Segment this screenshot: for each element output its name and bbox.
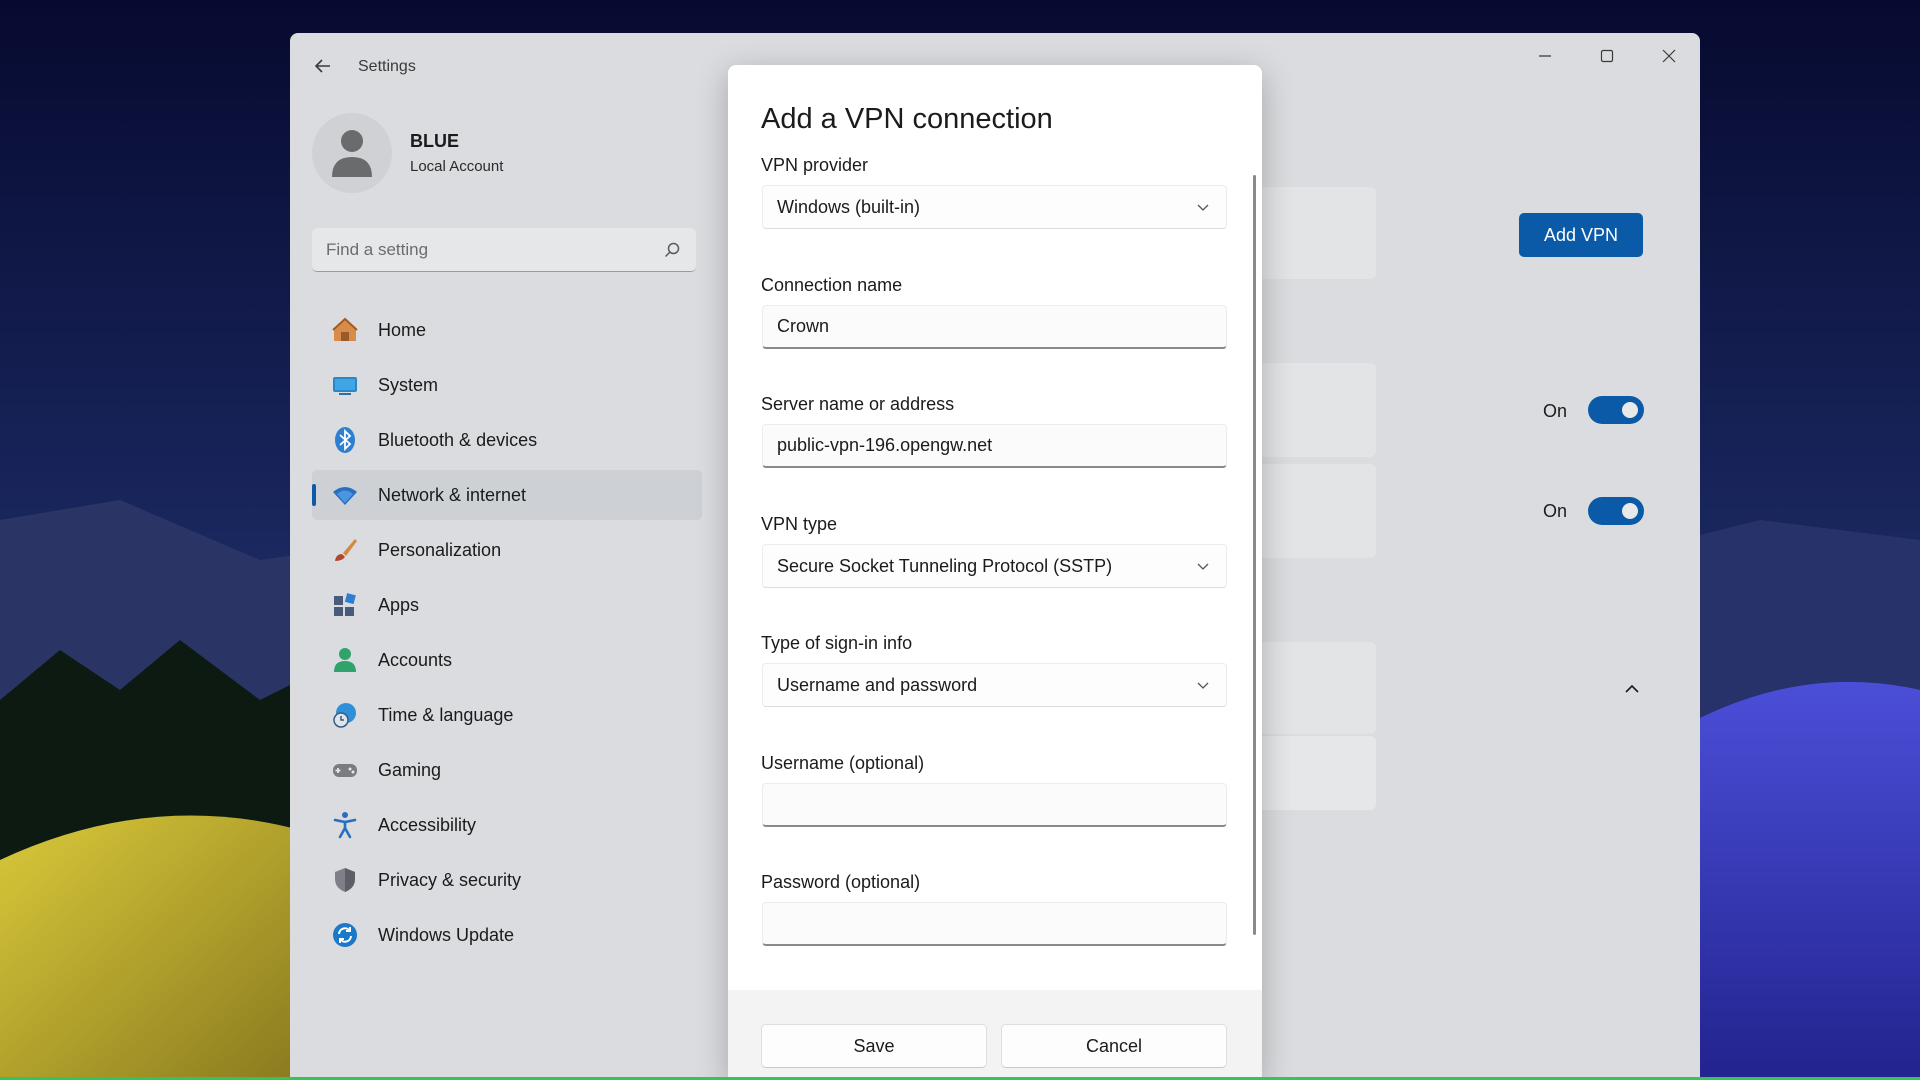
sidebar-item-label: System xyxy=(378,374,439,395)
back-button[interactable] xyxy=(308,51,338,81)
sidebar-item-label: Home xyxy=(378,319,427,340)
sidebar-item-label: Privacy & security xyxy=(378,869,522,890)
toggle-1-label: On xyxy=(1543,401,1568,421)
sidebar-item-home[interactable]: Home xyxy=(312,305,702,355)
sidebar-item-apps[interactable]: Apps xyxy=(312,580,702,630)
minimize-button[interactable] xyxy=(1514,33,1576,79)
sidebar-item-label: Network & internet xyxy=(378,484,527,505)
add-vpn-dialog: Add a VPN connection VPN provider Window… xyxy=(728,65,1262,1080)
sidebar-item-system[interactable]: System xyxy=(312,360,702,410)
sidebar-item-accessibility[interactable]: Accessibility xyxy=(312,800,702,850)
dialog-title: Add a VPN connection xyxy=(761,103,1053,135)
save-button[interactable]: Save xyxy=(761,1024,987,1068)
sidebar-item-time-language[interactable]: Time & language xyxy=(312,690,702,740)
search-icon[interactable] xyxy=(662,240,682,260)
signin-type-value: Username and password xyxy=(777,674,978,695)
search-input[interactable]: Find a setting xyxy=(312,228,696,272)
sidebar-item-windows-update[interactable]: Windows Update xyxy=(312,910,702,960)
accessibility-icon xyxy=(330,810,360,840)
dialog-scrollbar[interactable] xyxy=(1253,175,1256,935)
brush-icon xyxy=(330,535,360,565)
vpn-provider-label: VPN provider xyxy=(761,155,869,175)
sidebar-item-label: Bluetooth & devices xyxy=(378,429,538,450)
profile-account-type: Local Account xyxy=(410,158,504,175)
vpn-provider-value: Windows (built-in) xyxy=(777,196,921,217)
update-icon xyxy=(330,920,360,950)
shield-icon xyxy=(330,865,360,895)
maximize-icon xyxy=(1600,49,1614,63)
search-placeholder: Find a setting xyxy=(326,239,429,259)
signin-type-select[interactable]: Username and password xyxy=(762,663,1227,707)
gamepad-icon xyxy=(330,755,360,785)
chevron-down-icon xyxy=(1194,198,1212,216)
user-profile[interactable]: BLUE Local Account xyxy=(312,113,503,193)
connection-name-input[interactable]: Crown xyxy=(762,305,1227,349)
sidebar-item-label: Time & language xyxy=(378,704,514,725)
person-avatar-icon xyxy=(332,130,372,177)
connection-name-value: Crown xyxy=(777,316,830,336)
sidebar-nav: Home System Bluetooth & devices Network … xyxy=(312,305,702,965)
vpn-type-select[interactable]: Secure Socket Tunneling Protocol (SSTP) xyxy=(762,544,1227,588)
username-input[interactable] xyxy=(762,783,1227,827)
password-input[interactable] xyxy=(762,902,1227,946)
arrow-left-icon xyxy=(314,59,330,73)
app-title: Settings xyxy=(358,58,416,75)
sidebar-item-label: Personalization xyxy=(378,539,502,560)
home-icon xyxy=(330,315,360,345)
connection-name-label: Connection name xyxy=(761,275,903,295)
globe-clock-icon xyxy=(330,700,360,730)
avatar xyxy=(312,113,392,193)
bluetooth-icon xyxy=(330,425,360,455)
sidebar-item-label: Apps xyxy=(378,594,420,615)
apps-icon xyxy=(330,590,360,620)
close-button[interactable] xyxy=(1638,33,1700,79)
chevron-down-icon xyxy=(1194,557,1212,575)
sidebar-item-label: Gaming xyxy=(378,759,442,780)
sidebar-item-label: Windows Update xyxy=(378,924,515,945)
close-icon xyxy=(1662,49,1676,63)
chevron-down-icon xyxy=(1194,676,1212,694)
sidebar-item-bluetooth[interactable]: Bluetooth & devices xyxy=(312,415,702,465)
sidebar-item-label: Accounts xyxy=(378,649,453,670)
sidebar-item-label: Accessibility xyxy=(378,814,477,835)
chevron-up-icon[interactable] xyxy=(1622,679,1642,699)
minimize-icon xyxy=(1539,55,1551,57)
window-controls xyxy=(1514,33,1700,79)
server-address-input[interactable]: public-vpn-196.opengw.net xyxy=(762,424,1227,468)
toggle-switch-2[interactable] xyxy=(1588,497,1644,525)
vpn-type-label: VPN type xyxy=(761,514,838,534)
toggle-2-label: On xyxy=(1543,501,1568,521)
sidebar-item-personalization[interactable]: Personalization xyxy=(312,525,702,575)
profile-name: BLUE xyxy=(410,131,459,151)
maximize-button[interactable] xyxy=(1576,33,1638,79)
sidebar-item-accounts[interactable]: Accounts xyxy=(312,635,702,685)
wifi-icon xyxy=(330,480,360,510)
monitor-icon xyxy=(330,370,360,400)
vpn-type-value: Secure Socket Tunneling Protocol (SSTP) xyxy=(777,555,1113,576)
password-label: Password (optional) xyxy=(761,872,921,892)
sidebar-item-privacy-security[interactable]: Privacy & security xyxy=(312,855,702,905)
server-address-value: public-vpn-196.opengw.net xyxy=(777,435,993,455)
signin-type-label: Type of sign-in info xyxy=(761,633,913,653)
person-icon xyxy=(330,645,360,675)
vpn-provider-select[interactable]: Windows (built-in) xyxy=(762,185,1227,229)
toggle-switch-1[interactable] xyxy=(1588,396,1644,424)
username-label: Username (optional) xyxy=(761,753,925,773)
server-address-label: Server name or address xyxy=(761,394,955,414)
cancel-button[interactable]: Cancel xyxy=(1001,1024,1227,1068)
sidebar-item-gaming[interactable]: Gaming xyxy=(312,745,702,795)
sidebar-item-network[interactable]: Network & internet xyxy=(312,470,702,520)
add-vpn-button[interactable]: Add VPN xyxy=(1519,213,1643,257)
